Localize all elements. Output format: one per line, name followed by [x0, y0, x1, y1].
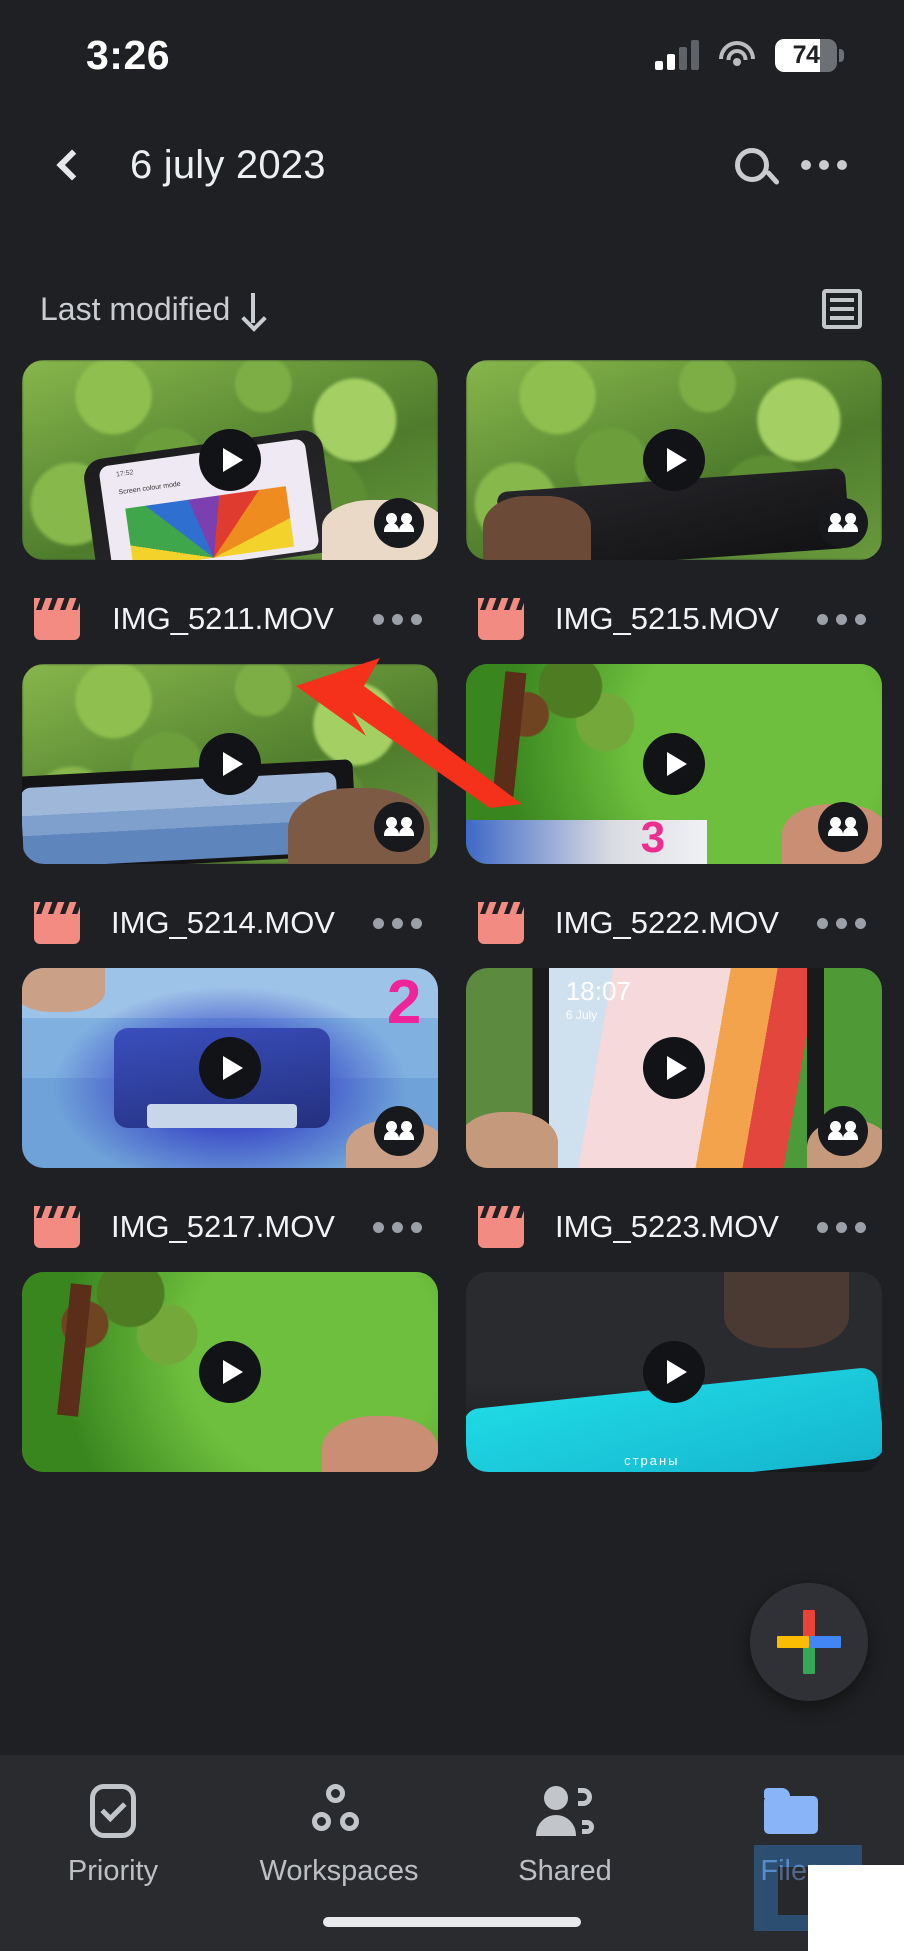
watermark-logo: [740, 1839, 904, 1951]
shared-people-badge: [818, 1106, 868, 1156]
shared-people-badge: [818, 498, 868, 548]
thumbnail-number-label: 3: [640, 813, 666, 862]
file-card[interactable]: страны: [466, 1272, 882, 1472]
movie-clapperboard-icon: [34, 902, 80, 944]
app-screen: 3:26 74 6 july 2023 Last modified 17:52 …: [0, 0, 904, 1951]
play-icon[interactable]: [199, 1037, 261, 1099]
shared-people-badge: [374, 802, 424, 852]
play-icon[interactable]: [643, 1037, 705, 1099]
movie-clapperboard-icon: [478, 1206, 524, 1248]
item-more-icon[interactable]: [810, 1221, 872, 1233]
shared-people-badge: [374, 498, 424, 548]
movie-clapperboard-icon: [478, 902, 524, 944]
shared-people-badge: [818, 802, 868, 852]
play-icon[interactable]: [643, 1341, 705, 1403]
file-meta: IMG_5223.MOV: [466, 1168, 882, 1272]
nav-item-priority[interactable]: Priority: [0, 1783, 226, 1888]
file-card[interactable]: IMG_5215.MOV: [466, 360, 882, 664]
file-card[interactable]: 18:07 6 July IMG_5223.MOV: [466, 968, 882, 1272]
file-card[interactable]: 2 IMG_5217.MOV: [22, 968, 438, 1272]
battery-level-label: 74: [792, 40, 820, 69]
shared-people-icon: [536, 1786, 594, 1836]
search-button[interactable]: [716, 129, 788, 201]
nav-label: Priority: [67, 1855, 159, 1887]
page-title: 6 july 2023: [130, 142, 326, 187]
file-card[interactable]: 17:52 Screen colour mode IMG_5211.MOV: [22, 360, 438, 664]
file-thumbnail[interactable]: 17:52 Screen colour mode: [22, 360, 438, 560]
sort-button[interactable]: Last modified: [40, 291, 264, 328]
play-icon[interactable]: [199, 1341, 261, 1403]
create-new-fab[interactable]: [750, 1583, 868, 1701]
file-name: IMG_5223.MOV: [555, 1209, 779, 1245]
file-meta: IMG_5214.MOV: [22, 864, 438, 968]
nav-item-workspaces[interactable]: Workspaces: [226, 1783, 452, 1888]
file-name: IMG_5211.MOV: [112, 601, 334, 637]
back-button[interactable]: [38, 135, 98, 195]
status-indicators: 74: [655, 38, 844, 72]
file-thumbnail[interactable]: страны: [466, 1272, 882, 1472]
file-meta: IMG_5217.MOV: [22, 1168, 438, 1272]
file-meta: IMG_5211.MOV: [22, 560, 438, 664]
lockscreen-time: 18:07: [565, 976, 631, 1006]
files-folder-icon: [764, 1788, 818, 1834]
file-thumbnail[interactable]: [22, 664, 438, 864]
file-thumbnail[interactable]: 3: [466, 664, 882, 864]
file-thumbnail[interactable]: [466, 360, 882, 560]
nav-label: Shared: [518, 1855, 612, 1887]
movie-clapperboard-icon: [478, 598, 524, 640]
file-meta: IMG_5215.MOV: [466, 560, 882, 664]
cellular-signal-icon: [655, 40, 699, 70]
nav-item-shared[interactable]: Shared: [452, 1783, 678, 1888]
status-bar: 3:26 74: [0, 0, 904, 110]
thumbnail-number-label: 2: [386, 968, 422, 1037]
list-view-icon[interactable]: [822, 289, 862, 329]
wifi-icon: [719, 41, 755, 69]
file-name: IMG_5217.MOV: [111, 1209, 335, 1245]
item-more-icon[interactable]: [810, 917, 872, 929]
priority-check-icon: [90, 1784, 136, 1838]
more-options-button[interactable]: [788, 129, 860, 201]
file-name: IMG_5214.MOV: [111, 905, 335, 941]
battery-icon: 74: [775, 38, 844, 72]
file-thumbnail[interactable]: [22, 1272, 438, 1472]
file-card[interactable]: [22, 1272, 438, 1472]
file-name: IMG_5222.MOV: [555, 905, 779, 941]
sort-label: Last modified: [40, 290, 231, 327]
item-more-icon[interactable]: [366, 1221, 428, 1233]
movie-clapperboard-icon: [34, 1206, 80, 1248]
movie-clapperboard-icon: [34, 598, 80, 640]
arrow-down-icon: [242, 293, 264, 325]
item-more-icon[interactable]: [366, 613, 428, 625]
item-more-icon[interactable]: [810, 613, 872, 625]
file-meta: IMG_5222.MOV: [466, 864, 882, 968]
play-icon[interactable]: [643, 733, 705, 795]
play-icon[interactable]: [199, 733, 261, 795]
back-chevron-icon: [56, 149, 88, 181]
file-thumbnail[interactable]: 18:07 6 July: [466, 968, 882, 1168]
more-options-icon: [801, 160, 847, 170]
play-icon[interactable]: [199, 429, 261, 491]
app-bar: 6 july 2023: [0, 110, 904, 220]
shared-people-badge: [374, 1106, 424, 1156]
workspaces-icon: [312, 1784, 366, 1838]
play-icon[interactable]: [643, 429, 705, 491]
nav-label: Workspaces: [259, 1855, 419, 1887]
file-name: IMG_5215.MOV: [555, 601, 779, 637]
search-icon: [735, 148, 769, 182]
home-indicator: [323, 1917, 581, 1927]
file-card[interactable]: 3 IMG_5222.MOV: [466, 664, 882, 968]
item-more-icon[interactable]: [366, 917, 428, 929]
file-thumbnail[interactable]: 2: [22, 968, 438, 1168]
file-card[interactable]: IMG_5214.MOV: [22, 664, 438, 968]
lockscreen-date: 6 July: [565, 1008, 598, 1022]
status-clock: 3:26: [86, 31, 171, 78]
sort-bar: Last modified: [0, 272, 904, 346]
file-grid: 17:52 Screen colour mode IMG_5211.MOV IM…: [0, 360, 904, 1951]
google-plus-create-icon: [777, 1610, 841, 1674]
